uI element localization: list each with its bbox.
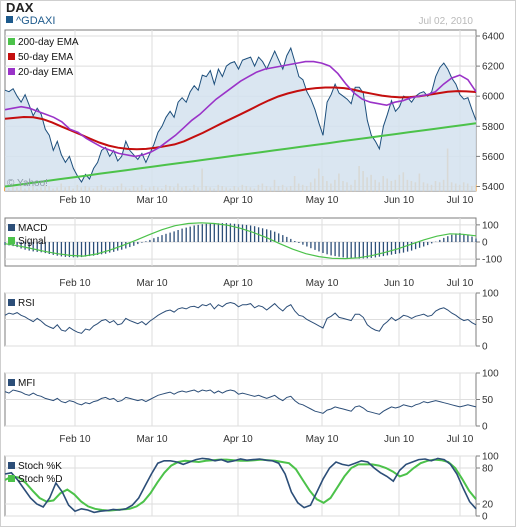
chart-date: Jul 02, 2010 [419,16,474,27]
stoch-ytick-label: 20 [482,500,494,511]
legend-label: 200-day EMA [18,37,79,48]
legend-label: 50-day EMA [18,52,73,63]
x-tick-label: May 10 [306,434,339,445]
x-tick-label: Jun 10 [384,195,414,206]
yahoo-watermark: © Yahoo! [7,178,48,189]
rsi-ytick-label: 50 [482,315,494,326]
legend-swatch [8,53,15,60]
x-tick-label: Jun 10 [384,434,414,445]
x-tick-label: Jun 10 [384,278,414,289]
mfi-ytick-label: 100 [482,369,499,380]
macd-ytick-label: -100 [482,255,502,266]
x-tick-label: Feb 10 [59,195,91,206]
legend-swatch [8,38,15,45]
price-ytick-label: 6200 [482,62,505,73]
legend-swatch [8,379,15,386]
legend-swatch [8,237,15,244]
symbol-marker [6,16,13,23]
legend-swatch [8,224,15,231]
x-tick-label: Jul 10 [447,195,474,206]
stoch-ytick-label: 0 [482,512,488,523]
x-tick-label: Mar 10 [136,278,168,289]
stoch-ytick-label: 100 [482,452,499,463]
x-tick-label: Apr 10 [223,195,253,206]
x-tick-label: Jul 10 [447,434,474,445]
price-ytick-label: 5600 [482,152,505,163]
x-tick-label: Feb 10 [59,278,91,289]
mfi-ytick-label: 50 [482,395,494,406]
symbol-label: ^GDAXI [16,15,55,27]
legend-label: MACD [18,223,47,234]
chart-title: DAX [6,0,34,15]
x-tick-label: Mar 10 [136,195,168,206]
macd-ytick-label: 100 [482,220,499,231]
legend-label: 20-day EMA [18,67,73,78]
rsi-ytick-label: 0 [482,342,488,353]
legend-label: Stoch %K [18,461,62,472]
legend-label: Signal [18,236,46,247]
price-ytick-label: 6000 [482,92,505,103]
rsi-ytick-label: 100 [482,289,499,300]
legend-swatch [8,299,15,306]
price-ytick-label: 5400 [482,182,505,193]
legend-swatch [8,462,15,469]
x-tick-label: May 10 [306,278,339,289]
x-tick-label: May 10 [306,195,339,206]
price-ytick-label: 6400 [482,32,505,43]
x-tick-label: Feb 10 [59,434,91,445]
stoch-ytick-label: 80 [482,464,494,475]
legend-swatch [8,68,15,75]
x-tick-label: Mar 10 [136,434,168,445]
x-tick-label: Apr 10 [223,278,253,289]
legend-label: RSI [18,298,35,309]
macd-ytick-label: 0 [482,238,488,249]
legend-label: Stoch %D [18,474,62,485]
price-ytick-label: 5800 [482,122,505,133]
x-tick-label: Apr 10 [223,434,253,445]
legend-swatch [8,475,15,482]
mfi-ytick-label: 0 [482,422,488,433]
x-tick-label: Jul 10 [447,278,474,289]
dax-technical-chart: DAX ^GDAXI Jul 02, 2010 5400 5600 5800 6000… [4,0,505,523]
legend-label: MFI [18,378,35,389]
